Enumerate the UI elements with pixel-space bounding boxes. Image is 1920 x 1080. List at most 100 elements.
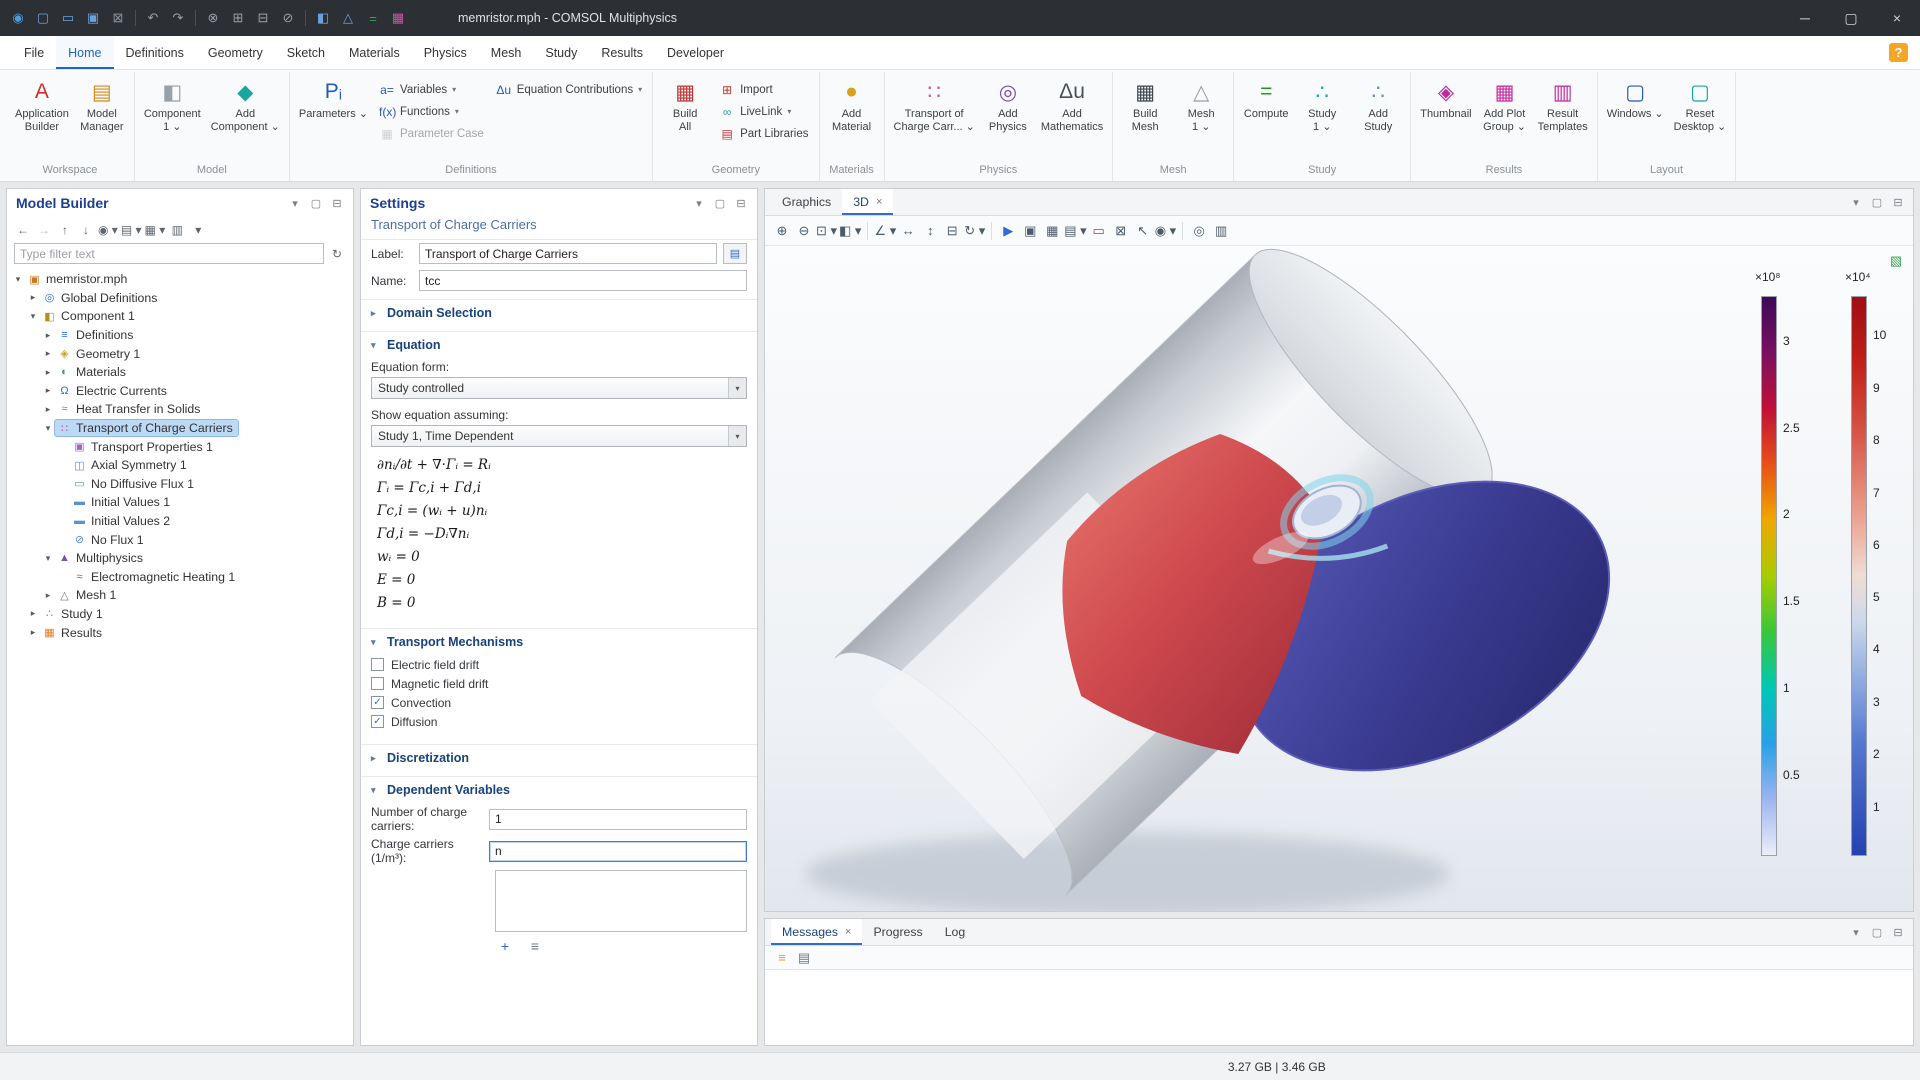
collapse-all-icon[interactable]: ▥ (168, 221, 186, 239)
add-physics-button[interactable]: ◎Add Physics (981, 74, 1035, 138)
zoom-in-icon[interactable]: ⊕ (772, 221, 792, 241)
tree-node-transport-of-charge-carriers[interactable]: ▾∷Transport of Charge Carriers (7, 419, 353, 438)
tree-node-study-1[interactable]: ▸∴Study 1 (7, 605, 353, 624)
view-orientation-icon[interactable]: ∠ ▾ (874, 221, 896, 241)
graphics-canvas[interactable]: ▧ ×10⁸32.521.510.5×10⁴10987654321 (765, 246, 1913, 911)
equation-form-select[interactable]: Study controlled ▾ (371, 377, 747, 399)
close-tab-icon[interactable]: × (876, 196, 882, 208)
tree-toggle-icon[interactable]: ▸ (41, 404, 55, 415)
compute-quick-icon[interactable]: = (361, 6, 385, 30)
tree-node-no-diffusive-flux-1[interactable]: ▭No Diffusive Flux 1 (7, 475, 353, 494)
menu-geometry[interactable]: Geometry (196, 36, 275, 69)
tree-node-initial-values-2[interactable]: ▬Initial Values 2 (7, 512, 353, 531)
import-button[interactable]: ⊞Import (714, 79, 813, 100)
tree-toggle-icon[interactable]: ▸ (41, 367, 55, 378)
detach-plot-icon[interactable]: ▧ (1887, 252, 1905, 270)
add-mathematics-button[interactable]: ΔuAdd Mathematics (1037, 74, 1107, 138)
lock-view-icon[interactable]: ⊠ (1111, 221, 1131, 241)
x-axis-view-icon[interactable]: ↔ (898, 221, 918, 241)
tree-toggle-icon[interactable]: ▸ (26, 292, 40, 303)
minimize-button[interactable]: ─ (1782, 0, 1828, 36)
parameters-button[interactable]: PᵢParameters ⌄ (295, 74, 372, 124)
undo-icon[interactable]: ↶ (141, 6, 165, 30)
menu-materials[interactable]: Materials (337, 36, 412, 69)
paste-icon[interactable]: ⊟ (251, 6, 275, 30)
menu-sketch[interactable]: Sketch (275, 36, 337, 69)
panel-menu-icon[interactable]: ▾ (1849, 925, 1863, 939)
forward-icon[interactable]: → (35, 221, 53, 239)
tree-toggle-icon[interactable]: ▸ (41, 330, 55, 341)
tree-node-materials[interactable]: ▸◐Materials (7, 363, 353, 382)
tree-node-global-definitions[interactable]: ▸◎Global Definitions (7, 289, 353, 308)
tree-node-mesh-1[interactable]: ▸△Mesh 1 (7, 586, 353, 605)
move-up-icon[interactable]: ↑ (56, 221, 74, 239)
node-grouping-icon[interactable]: ▦ ▾ (145, 221, 166, 239)
float-panel-icon[interactable]: ▢ (1870, 925, 1884, 939)
equation-header[interactable]: ▾ Equation (361, 332, 757, 358)
print-plot-icon[interactable]: ▥ (1211, 221, 1231, 241)
redo-icon[interactable]: ↷ (166, 6, 190, 30)
pin-panel-icon[interactable]: ⊟ (330, 196, 344, 210)
image-snapshot-icon[interactable]: ▣ (1020, 221, 1040, 241)
add-material-button[interactable]: ●Add Material (825, 74, 879, 138)
play-animation-icon[interactable]: ▶ (998, 221, 1018, 241)
tab-log[interactable]: Log (934, 919, 977, 945)
select-box-icon[interactable]: ▭ (1089, 221, 1109, 241)
menu-file[interactable]: File (12, 36, 56, 69)
transport-of-charge-carriers-button[interactable]: ∷Transport of Charge Carr... ⌄ (890, 74, 979, 138)
refresh-icon[interactable]: ↻ (328, 245, 346, 263)
windows-button[interactable]: ▢Windows ⌄ (1603, 74, 1668, 124)
comsol-logo-icon[interactable]: ◉ (6, 6, 30, 30)
model-tree-options-icon[interactable]: ▾ (189, 221, 207, 239)
menu-definitions[interactable]: Definitions (114, 36, 196, 69)
filter-input[interactable] (14, 243, 324, 264)
add-plot-quick-icon[interactable]: ▦ (386, 6, 410, 30)
cut-plane-icon[interactable]: ⊟ (942, 221, 962, 241)
show-equation-select[interactable]: Study 1, Time Dependent ▾ (371, 425, 747, 447)
tab-graphics[interactable]: Graphics (771, 189, 842, 215)
checkbox-electric-field-drift[interactable] (371, 658, 384, 671)
livelink-button[interactable]: ∞LiveLink▾ (714, 101, 813, 122)
plot-settings-icon[interactable]: ▤ ▾ (1064, 221, 1086, 241)
tree-toggle-icon[interactable]: ▾ (11, 274, 25, 285)
build-mesh-quick-icon[interactable]: △ (336, 6, 360, 30)
tree-toggle-icon[interactable]: ▸ (41, 348, 55, 359)
tab-3d[interactable]: 3D× (842, 189, 893, 215)
back-icon[interactable]: ← (14, 221, 32, 239)
model-manager-button[interactable]: ▤Model Manager (75, 74, 129, 138)
cut-icon[interactable]: ⊗ (201, 6, 225, 30)
tree-node-memristor-mph[interactable]: ▾▣memristor.mph (7, 270, 353, 289)
add-component-quick-icon[interactable]: ◧ (311, 6, 335, 30)
tree-toggle-icon[interactable]: ▾ (26, 311, 40, 322)
tree-toggle-icon[interactable]: ▸ (41, 590, 55, 601)
y-axis-view-icon[interactable]: ↕ (920, 221, 940, 241)
mesh-1-button[interactable]: △Mesh 1 ⌄ (1174, 74, 1228, 138)
part-libraries-button[interactable]: ▤Part Libraries (714, 123, 813, 144)
copy-text-icon[interactable]: ▤ (794, 948, 814, 968)
checkbox-diffusion[interactable]: ✓ (371, 715, 384, 728)
panel-menu-icon[interactable]: ▾ (288, 196, 302, 210)
study-1-button[interactable]: ∴Study 1 ⌄ (1295, 74, 1349, 138)
float-panel-icon[interactable]: ▢ (309, 196, 323, 210)
build-all-button[interactable]: ▦Build All (658, 74, 712, 138)
reset-desktop-button[interactable]: ▢Reset Desktop ⌄ (1670, 74, 1731, 138)
tree-toggle-icon[interactable]: ▸ (26, 608, 40, 619)
tree-toggle-icon[interactable]: ▾ (41, 423, 55, 434)
tab-progress[interactable]: Progress (862, 919, 933, 945)
checkbox-magnetic-field-drift[interactable] (371, 677, 384, 690)
open-file-icon[interactable]: ▭ (56, 6, 80, 30)
camera-snapshot-icon[interactable]: ◎ (1189, 221, 1209, 241)
result-templates-button[interactable]: ▥Result Templates (1534, 74, 1592, 138)
menu-developer[interactable]: Developer (655, 36, 736, 69)
label-input[interactable] (419, 243, 717, 264)
add-study-button[interactable]: ∴Add Study (1351, 74, 1405, 138)
application-builder-button[interactable]: AApplication Builder (11, 74, 73, 138)
name-input[interactable] (419, 270, 747, 291)
add-component-button[interactable]: ◆Add Component ⌄ (207, 74, 284, 138)
tree-node-initial-values-1[interactable]: ▬Initial Values 1 (7, 493, 353, 512)
tree-node-heat-transfer-in-solids[interactable]: ▸≈Heat Transfer in Solids (7, 400, 353, 419)
tree-node-multiphysics[interactable]: ▾▲Multiphysics (7, 549, 353, 568)
delete-icon[interactable]: ⊘ (276, 6, 300, 30)
discretization-header[interactable]: ▸ Discretization (361, 745, 757, 771)
menu-home[interactable]: Home (56, 36, 113, 69)
